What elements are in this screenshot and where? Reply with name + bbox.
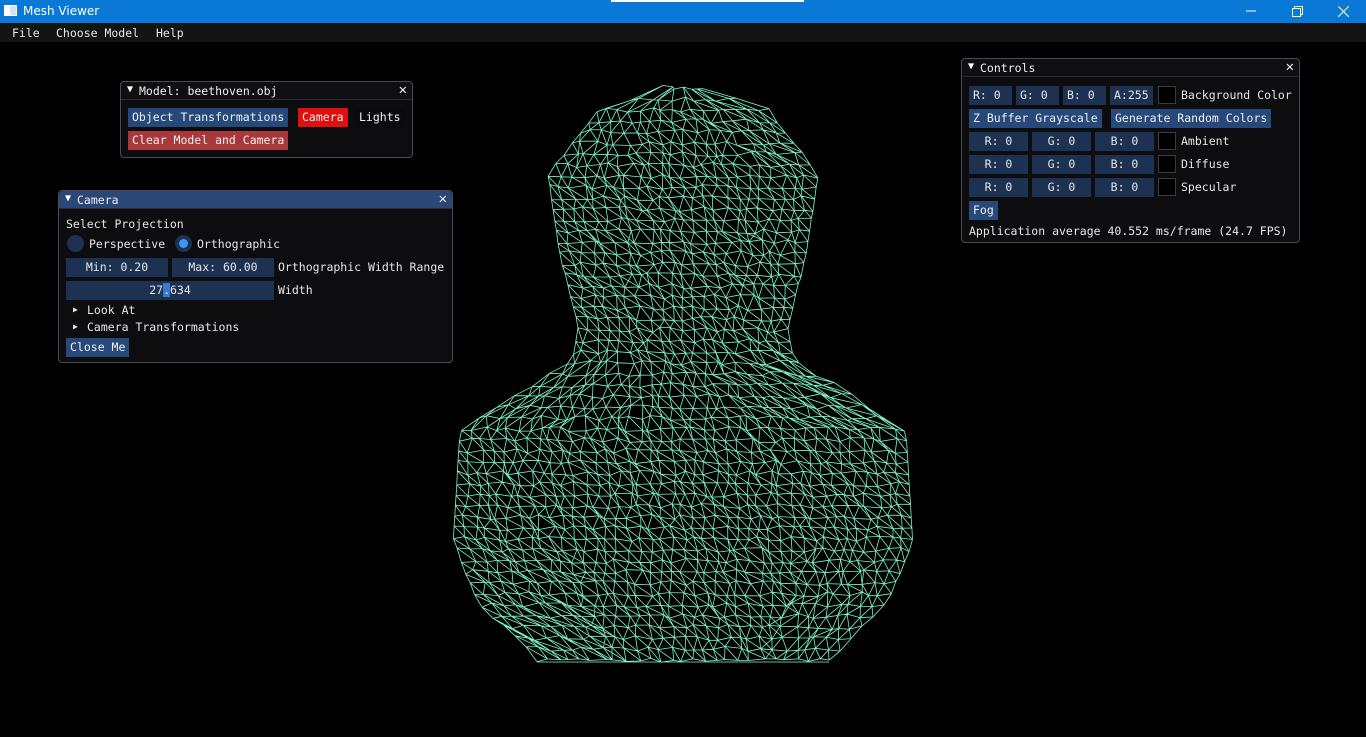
bg-r-field[interactable]: R: 0 bbox=[969, 86, 1012, 105]
tab-lights[interactable]: Lights bbox=[355, 108, 405, 127]
tree-node-look-at[interactable]: Look At bbox=[87, 303, 135, 317]
diffuse-b-field[interactable]: B: 0 bbox=[1095, 155, 1154, 174]
controls-window: ▼ Controls ✕ R: 0 G: 0 B: 0 A:255 Backgr… bbox=[961, 58, 1300, 243]
zbuffer-grayscale-button[interactable]: Z Buffer Grayscale bbox=[969, 109, 1102, 128]
bg-b-field[interactable]: B: 0 bbox=[1063, 86, 1106, 105]
model-window-title: Model: beethoven.obj bbox=[139, 84, 278, 98]
ambient-g-field[interactable]: G: 0 bbox=[1032, 132, 1091, 151]
collapse-arrow-icon[interactable]: ▼ bbox=[65, 193, 71, 204]
tree-node-camera-transformations[interactable]: Camera Transformations bbox=[87, 320, 239, 334]
ambient-r-field[interactable]: R: 0 bbox=[969, 132, 1028, 151]
diffuse-label: Diffuse bbox=[1181, 157, 1230, 171]
diffuse-r-field[interactable]: R: 0 bbox=[969, 155, 1028, 174]
diffuse-g-field[interactable]: G: 0 bbox=[1032, 155, 1091, 174]
bg-color-swatch[interactable] bbox=[1158, 86, 1176, 104]
specular-label: Specular bbox=[1181, 180, 1237, 194]
close-icon[interactable]: ✕ bbox=[1286, 59, 1294, 75]
tree-arrow-icon: ▶ bbox=[73, 322, 78, 331]
clear-model-camera-button[interactable]: Clear Model and Camera bbox=[128, 131, 289, 150]
controls-window-title: Controls bbox=[980, 61, 1036, 75]
diffuse-color-swatch[interactable] bbox=[1158, 155, 1176, 173]
radio-perspective[interactable] bbox=[67, 235, 84, 252]
specular-r-field[interactable]: R: 0 bbox=[969, 178, 1028, 197]
close-icon[interactable]: ✕ bbox=[439, 191, 447, 207]
wireframe-mesh bbox=[453, 85, 913, 663]
range-min-field[interactable]: Min: 0.20 bbox=[66, 258, 168, 277]
width-value-frac: 634 bbox=[170, 283, 191, 297]
wireframe-edges bbox=[453, 85, 913, 663]
close-me-button[interactable]: Close Me bbox=[66, 338, 130, 357]
fog-button[interactable]: Fog bbox=[969, 201, 998, 220]
fps-stats: Application average 40.552 ms/frame (24.… bbox=[969, 224, 1288, 238]
range-label: Orthographic Width Range bbox=[278, 260, 445, 274]
collapse-arrow-icon[interactable]: ▼ bbox=[968, 61, 974, 72]
range-max-field[interactable]: Max: 60.00 bbox=[172, 258, 274, 277]
radio-orthographic[interactable] bbox=[175, 235, 192, 252]
controls-window-header[interactable]: ▼ Controls ✕ bbox=[962, 59, 1299, 77]
width-label: Width bbox=[278, 283, 313, 297]
random-colors-button[interactable]: Generate Random Colors bbox=[1111, 109, 1272, 128]
tab-object-transformations[interactable]: Object Transformations bbox=[128, 108, 289, 127]
width-value-cursor: . bbox=[163, 283, 170, 297]
camera-window-title: Camera bbox=[77, 193, 119, 207]
perspective-label: Perspective bbox=[89, 237, 166, 251]
select-projection-label: Select Projection bbox=[66, 217, 184, 231]
bg-g-field[interactable]: G: 0 bbox=[1016, 86, 1059, 105]
width-input[interactable]: 27.634 bbox=[66, 281, 274, 300]
specular-color-swatch[interactable] bbox=[1158, 178, 1176, 196]
camera-window-header[interactable]: ▼ Camera ✕ bbox=[59, 191, 452, 209]
width-value-int: 27 bbox=[149, 283, 164, 297]
ambient-b-field[interactable]: B: 0 bbox=[1095, 132, 1154, 151]
ambient-color-swatch[interactable] bbox=[1158, 132, 1176, 150]
close-icon[interactable]: ✕ bbox=[399, 82, 407, 98]
specular-g-field[interactable]: G: 0 bbox=[1032, 178, 1091, 197]
bg-a-field[interactable]: A:255 bbox=[1110, 86, 1153, 105]
ambient-label: Ambient bbox=[1181, 134, 1230, 148]
specular-b-field[interactable]: B: 0 bbox=[1095, 178, 1154, 197]
camera-window: ▼ Camera ✕ Select Projection Perspective… bbox=[58, 190, 453, 363]
collapse-arrow-icon[interactable]: ▼ bbox=[127, 84, 133, 95]
bg-color-label: Background Color bbox=[1181, 88, 1292, 102]
model-window-header[interactable]: ▼ Model: beethoven.obj ✕ bbox=[121, 82, 412, 100]
tree-arrow-icon: ▶ bbox=[73, 305, 78, 314]
model-window: ▼ Model: beethoven.obj ✕ Object Transfor… bbox=[120, 81, 413, 158]
tab-camera[interactable]: Camera bbox=[298, 108, 348, 127]
orthographic-label: Orthographic bbox=[197, 237, 281, 251]
